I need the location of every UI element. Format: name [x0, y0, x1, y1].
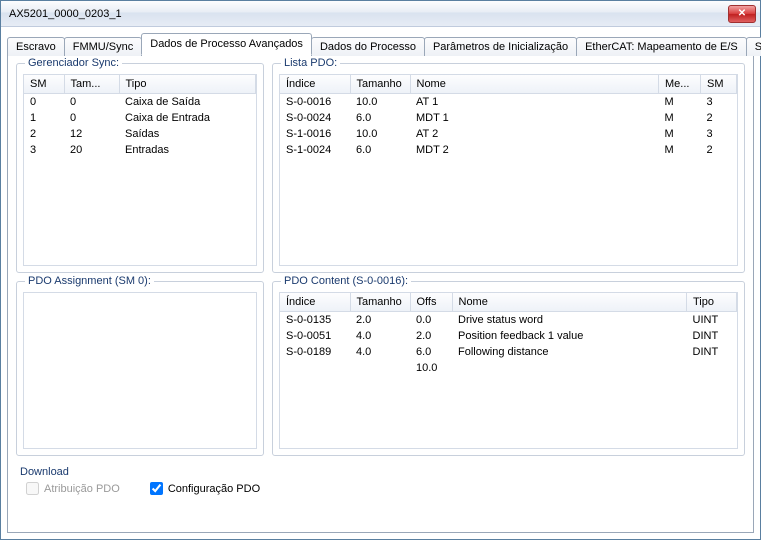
th-pdolist-nome[interactable]: Nome [410, 75, 659, 94]
pdo-assignment-list[interactable] [23, 292, 257, 449]
dialog-window: AX5201_0000_0203_1 ✕ Escravo FMMU/Sync D… [0, 0, 761, 540]
checkbox-configuracao-pdo-input[interactable] [150, 482, 163, 495]
group-sync-manager-title: Gerenciador Sync: [25, 57, 122, 69]
sync-table[interactable]: SM Tam... Tipo 00Caixa de Saída 10Caixa … [23, 74, 257, 266]
th-sync-tipo[interactable]: Tipo [119, 75, 256, 94]
pdolist-table[interactable]: Índice Tamanho Nome Me... SM S-0-001610.… [279, 74, 738, 266]
group-pdo-list: Lista PDO: Índice Tamanho Nome Me... SM [272, 63, 745, 273]
checkbox-atribuicao-pdo-label: Atribuição PDO [44, 483, 120, 495]
tab-parametros-inicializacao[interactable]: Parâmetros de Inicialização [424, 37, 577, 56]
th-pdolist-sm[interactable]: SM [701, 75, 737, 94]
table-row[interactable]: S-0-001610.0AT 1M3 [280, 94, 737, 111]
pdocontent-table[interactable]: Índice Tamanho Offs Nome Tipo S-0-01352.… [279, 292, 738, 449]
download-title: Download [20, 466, 741, 478]
group-pdo-content: PDO Content (S-0-0016): Índice Tamanho O… [272, 281, 745, 456]
table-row[interactable]: S-1-00246.0MDT 2M2 [280, 142, 737, 158]
table-row[interactable]: S-0-01352.00.0Drive status wordUINT [280, 312, 737, 329]
th-pdoc-offs[interactable]: Offs [410, 293, 452, 312]
th-pdoc-tipo[interactable]: Tipo [687, 293, 737, 312]
th-pdoc-indice[interactable]: Índice [280, 293, 350, 312]
table-row[interactable]: 212Saídas [24, 126, 256, 142]
th-sync-sm[interactable]: SM [24, 75, 64, 94]
group-pdo-assignment-title: PDO Assignment (SM 0): [25, 275, 154, 287]
group-pdo-content-title: PDO Content (S-0-0016): [281, 275, 411, 287]
table-row[interactable]: 320Entradas [24, 142, 256, 158]
table-row[interactable]: 00Caixa de Saída [24, 94, 256, 111]
th-pdolist-tamanho[interactable]: Tamanho [350, 75, 410, 94]
th-sync-tam[interactable]: Tam... [64, 75, 119, 94]
checkbox-atribuicao-pdo-input [26, 482, 39, 495]
th-pdoc-nome[interactable]: Nome [452, 293, 687, 312]
tabpage: Gerenciador Sync: SM Tam... Tipo 00Caixa… [7, 54, 754, 533]
close-icon: ✕ [738, 8, 746, 19]
window-content: Escravo FMMU/Sync Dados de Processo Avan… [1, 27, 760, 539]
window-title: AX5201_0000_0203_1 [9, 8, 728, 20]
group-pdo-assignment: PDO Assignment (SM 0): [16, 281, 264, 456]
titlebar: AX5201_0000_0203_1 ✕ [1, 1, 760, 27]
tab-stat-overflow[interactable]: Stat [746, 37, 761, 56]
tab-ethercat-mapeamento[interactable]: EtherCAT: Mapeamento de E/S [576, 37, 747, 56]
th-pdoc-tamanho[interactable]: Tamanho [350, 293, 410, 312]
download-section: Download Atribuição PDO Configuração PDO [16, 464, 745, 497]
tab-dados-processo-avancados[interactable]: Dados de Processo Avançados [141, 33, 312, 55]
table-total-row: 10.0 [280, 360, 737, 376]
th-pdolist-indice[interactable]: Índice [280, 75, 350, 94]
table-row[interactable]: S-0-01894.06.0Following distanceDINT [280, 344, 737, 360]
tab-escravo[interactable]: Escravo [7, 37, 65, 56]
table-row[interactable]: S-0-00246.0MDT 1M2 [280, 110, 737, 126]
tab-fmmu-sync[interactable]: FMMU/Sync [64, 37, 143, 56]
checkbox-atribuicao-pdo: Atribuição PDO [26, 482, 120, 495]
group-pdo-list-title: Lista PDO: [281, 57, 340, 69]
checkbox-configuracao-pdo[interactable]: Configuração PDO [150, 482, 260, 495]
group-sync-manager: Gerenciador Sync: SM Tam... Tipo 00Caixa… [16, 63, 264, 273]
tab-dados-processo[interactable]: Dados do Processo [311, 37, 425, 56]
th-pdolist-me[interactable]: Me... [659, 75, 701, 94]
close-button[interactable]: ✕ [728, 5, 756, 23]
table-row[interactable]: S-1-001610.0AT 2M3 [280, 126, 737, 142]
table-row[interactable]: S-0-00514.02.0Position feedback 1 valueD… [280, 328, 737, 344]
table-row[interactable]: 10Caixa de Entrada [24, 110, 256, 126]
checkbox-configuracao-pdo-label: Configuração PDO [168, 483, 260, 495]
tabstrip: Escravo FMMU/Sync Dados de Processo Avan… [7, 33, 754, 55]
